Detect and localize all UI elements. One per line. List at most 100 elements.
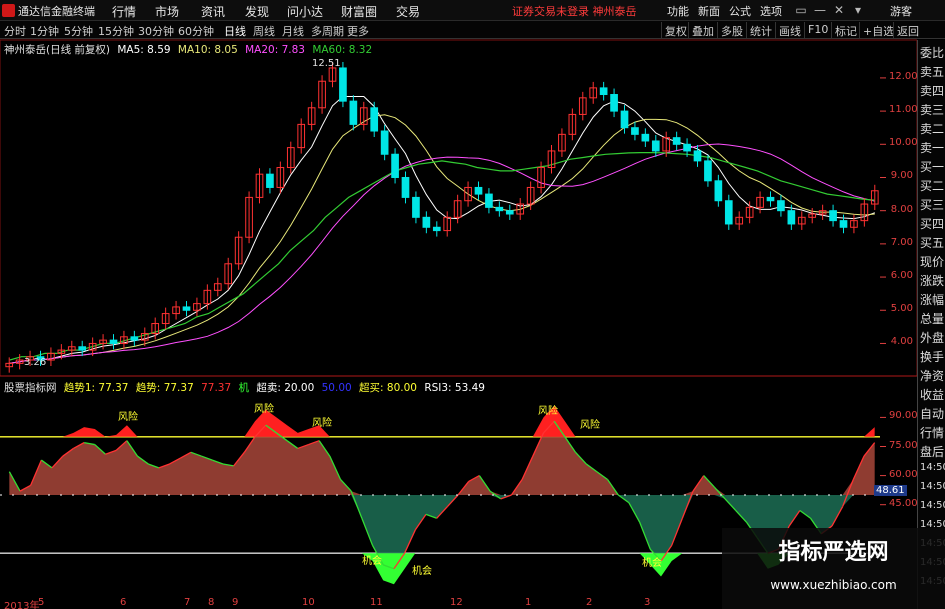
period-weekly[interactable]: 周线	[253, 23, 275, 39]
period-15min[interactable]: 15分钟	[98, 23, 134, 39]
trade-login-notice[interactable]: 证券交易未登录 神州泰岳	[512, 3, 637, 19]
minimize-icon[interactable]: —	[812, 2, 828, 18]
settings-icon[interactable]: ▾	[850, 2, 866, 18]
quote-field-label: 涨幅	[920, 293, 945, 307]
tool-tongji[interactable]: 统计	[746, 22, 775, 38]
tool-biaoji[interactable]: 标记	[831, 22, 860, 38]
opportunity-mark: 机会	[642, 556, 662, 569]
candle-body	[839, 220, 848, 228]
risk-mark: 风险	[254, 402, 274, 415]
quote-field-label: 换手	[920, 350, 945, 364]
period-fenshi[interactable]: 分时	[4, 23, 26, 39]
candle-body	[401, 176, 410, 198]
overbought-value: 超买: 80.00	[359, 382, 417, 394]
tool-fanhui[interactable]: 返回	[893, 22, 922, 38]
price-tick-label: 4.00	[890, 336, 913, 348]
opportunity-mark: 机会	[362, 554, 382, 567]
candle-body	[610, 94, 618, 112]
tool-huaxian[interactable]: 画线	[775, 22, 804, 38]
price-tick-label: 10.00	[889, 137, 918, 149]
tool-duogu[interactable]: 多股	[717, 22, 746, 38]
period-30min[interactable]: 30分钟	[138, 23, 174, 39]
candle-body	[714, 180, 723, 202]
candle-body	[412, 196, 420, 218]
chart-area[interactable]: 风险风险风险风险风险机会机会机会	[0, 0, 917, 609]
risk-mark: 风险	[312, 416, 332, 429]
menu-item-hangqing[interactable]: 行情	[112, 3, 136, 20]
period-1min[interactable]: 1分钟	[30, 23, 59, 39]
candle-body	[339, 67, 347, 102]
period-60min[interactable]: 60分钟	[178, 23, 214, 39]
price-tick-label: 6.00	[890, 270, 913, 282]
period-monthly[interactable]: 月线	[282, 23, 304, 39]
price-tick-label: 9.00	[890, 170, 913, 182]
period-more[interactable]: 更多	[347, 23, 369, 39]
quote-field-label: 卖一	[920, 141, 945, 155]
guest-label[interactable]: 游客	[890, 3, 912, 19]
date-tick-label: 1	[525, 597, 532, 608]
menu-item-zixun[interactable]: 资讯	[201, 3, 225, 20]
ma60-value: MA60: 8.32	[312, 44, 373, 56]
indicator-tick-label: 60.00	[889, 468, 918, 480]
period-5min[interactable]: 5分钟	[64, 23, 93, 39]
quote-field-label: 净资	[920, 369, 945, 383]
period-multi[interactable]: 多周期	[311, 23, 344, 39]
candle-body	[182, 306, 191, 311]
menu-item-gongneng[interactable]: 功能	[667, 3, 689, 19]
menu-item-xinmian[interactable]: 新面	[698, 3, 720, 19]
quote-field-label: 14:50	[920, 500, 945, 511]
candle-body	[485, 193, 493, 208]
candle-body	[651, 140, 660, 152]
oversold-value: 超卖: 20.00	[256, 382, 315, 394]
opportunity-value: 机	[238, 382, 250, 394]
close-icon[interactable]: ✕	[831, 2, 847, 18]
rsi-value: RSI3: 53.49	[424, 382, 485, 394]
quote-field-label: 总量	[920, 312, 945, 326]
candle-body	[78, 346, 87, 351]
date-tick-label: 2013年	[4, 601, 40, 609]
price-tick-label: 12.00	[889, 70, 918, 82]
restore-icon[interactable]: ▭	[793, 2, 809, 18]
menu-item-caifuquan[interactable]: 财富圈	[341, 3, 377, 20]
menu-item-wenxiaoda[interactable]: 问小达	[287, 3, 323, 20]
menu-bar: 通达信金融终端 行情 市场 资讯 发现 问小达 财富圈 交易 证券交易未登录 神…	[0, 0, 945, 21]
candle-body	[391, 153, 399, 178]
quote-field-label: 卖五	[920, 65, 945, 79]
quote-field-label: 买一	[920, 160, 945, 174]
date-tick-label: 12	[450, 597, 463, 608]
menu-item-shichang[interactable]: 市场	[155, 3, 179, 20]
period-daily[interactable]: 日线	[224, 23, 246, 39]
quote-field-label: 盘后	[920, 445, 945, 459]
ma5-value: MA5: 8.59	[117, 44, 171, 56]
stock-name[interactable]: 神州泰岳(日线 前复权)	[4, 44, 110, 56]
dark-value: 50.00	[321, 382, 352, 394]
candle-body	[109, 339, 118, 344]
ma20-value: MA20: 7.83	[245, 44, 305, 56]
risk-mark: 风险	[118, 410, 138, 423]
risk-value: 77.37	[201, 382, 232, 394]
menu-item-faxian[interactable]: 发现	[245, 3, 269, 20]
price-tick-label: 7.00	[890, 236, 913, 248]
tool-zixuan[interactable]: +自选	[859, 22, 897, 38]
quote-field-label: 14:50	[920, 462, 945, 473]
menu-item-gongshi[interactable]: 公式	[729, 3, 751, 19]
risk-mark: 风险	[538, 404, 558, 417]
ma10-value: MA10: 8.05	[177, 44, 238, 56]
price-tick-label: 11.00	[889, 104, 918, 116]
tool-fuquan[interactable]: 复权	[661, 22, 690, 38]
tool-f10[interactable]: F10	[804, 22, 831, 38]
risk-zone	[9, 405, 875, 437]
tool-diejia[interactable]: 叠加	[688, 22, 717, 38]
date-tick-label: 10	[302, 597, 315, 608]
candle-body	[432, 226, 441, 232]
indicator-current-value: 48.61	[874, 485, 907, 496]
quote-field-label: 外盘	[920, 331, 945, 345]
menu-item-jiaoyi[interactable]: 交易	[396, 3, 420, 20]
quote-field-label: 收益	[920, 388, 945, 402]
price-tick-label: 5.00	[890, 303, 913, 315]
quote-field-label: 卖四	[920, 84, 945, 98]
candle-body	[505, 210, 514, 215]
menu-item-xuanxiang[interactable]: 选项	[760, 3, 782, 19]
indicator-name[interactable]: 股票指标网	[4, 382, 57, 394]
watermark: 指标严选网 www.xuezhibiao.com	[722, 528, 945, 609]
